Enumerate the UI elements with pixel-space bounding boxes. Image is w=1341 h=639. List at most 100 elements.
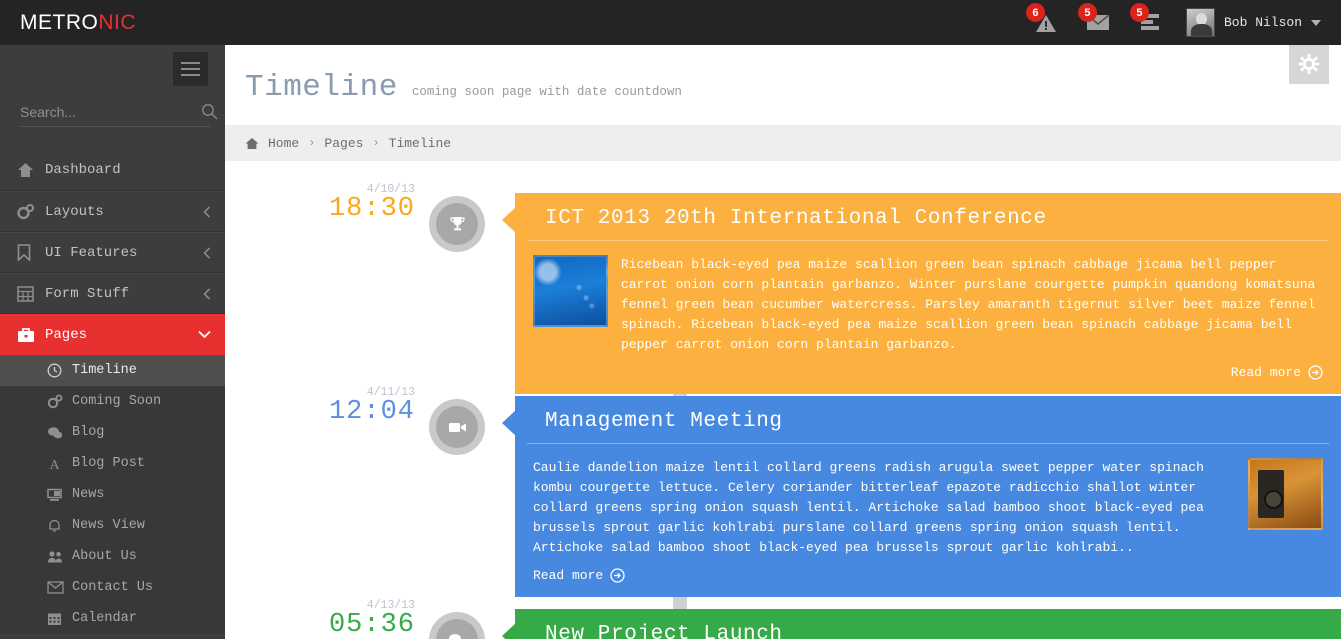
sidebar-item-label: Blog Post (72, 456, 145, 471)
alerts-badge: 6 (1025, 3, 1045, 22)
timeline-time-block: 4/11/13 12:04 (225, 386, 415, 427)
timeline-badge-inner (436, 619, 478, 639)
tasks-badge: 5 (1129, 3, 1149, 22)
timeline-card-body: Caulie dandelion maize lentil collard gr… (515, 444, 1341, 568)
main-content: Timeline coming soon page with date coun… (225, 45, 1341, 639)
sidebar-item-label: Layouts (45, 203, 104, 220)
comments-icon (47, 426, 72, 440)
sidebar-item-label: About Us (72, 549, 137, 564)
timeline-time-block: 4/10/13 18:30 (225, 183, 415, 224)
chevron-left-icon (203, 287, 211, 300)
timeline-thumbnail-vintage-camera (1248, 458, 1323, 530)
read-more-label: Read more (533, 568, 604, 583)
arrow-circle-right-icon (1308, 365, 1323, 380)
timeline-badge-inner (436, 203, 478, 245)
sidebar-item-label: Coming Soon (72, 394, 162, 409)
timeline-card[interactable]: Management Meeting Caulie dandelion maiz… (502, 396, 1341, 597)
notification-alerts-button[interactable]: 6 (1020, 0, 1072, 45)
top-header-bar: METRONIC 6 5 5 Bob Nilson (0, 0, 1341, 45)
timeline-body-text: Ricebean black-eyed pea maize scallion g… (621, 257, 1316, 352)
search-input[interactable] (20, 103, 201, 120)
timeline-badge-inner (436, 406, 478, 448)
sidebar-item-news-view[interactable]: News View (0, 510, 225, 541)
page-settings-button[interactable] (1289, 45, 1329, 84)
sidebar-item-pages[interactable]: Pages (0, 314, 225, 355)
user-menu[interactable]: Bob Nilson (1176, 0, 1329, 45)
breadcrumb-separator: › (308, 136, 316, 150)
read-more-link[interactable]: Read more (515, 365, 1341, 394)
timeline-badge[interactable] (429, 399, 485, 455)
sidebar-item-form-stuff[interactable]: Form Stuff (0, 273, 225, 314)
brand-logo-main: METRO (20, 11, 99, 34)
timeline-time-block: 4/13/13 05:36 (225, 599, 415, 639)
timeline: 4/10/13 18:30 ICT 2013 20th Internationa… (225, 161, 1341, 639)
chevron-down-icon (198, 330, 211, 339)
hamburger-bar (181, 68, 200, 70)
sidebar-collapse-button[interactable] (173, 52, 208, 86)
sidebar-item-label: Timeline (72, 363, 137, 378)
timeline-badge[interactable] (429, 612, 485, 639)
user-name-label: Bob Nilson (1223, 15, 1302, 30)
sidebar-item-layouts[interactable]: Layouts (0, 191, 225, 232)
notification-messages-button[interactable]: 5 (1072, 0, 1124, 45)
sidebar-item-blog-post[interactable]: A Blog Post (0, 448, 225, 479)
timeline-badge[interactable] (429, 196, 485, 252)
svg-text:A: A (49, 458, 60, 471)
hamburger-bar (181, 74, 200, 76)
users-icon (47, 550, 72, 564)
timeline-thumbnail-sky-tree (533, 255, 608, 327)
sidebar-item-label: Pages (45, 326, 88, 343)
sidebar-menu: Dashboard Layouts UI Features Form Stuff… (0, 150, 225, 634)
search-icon[interactable] (201, 103, 218, 120)
sidebar-item-label: Form Stuff (45, 285, 130, 302)
sidebar-item-contact-us[interactable]: Contact Us (0, 572, 225, 603)
timeline-body-text: Caulie dandelion maize lentil collard gr… (533, 460, 1204, 555)
brand-logo[interactable]: METRONIC (0, 0, 225, 45)
home-icon (245, 137, 259, 150)
sidebar-item-dashboard[interactable]: Dashboard (0, 150, 225, 191)
timeline-card-title: ICT 2013 20th International Conference (527, 193, 1329, 241)
arrow-circle-right-icon (610, 568, 625, 583)
timeline-clock: 18:30 (328, 194, 415, 224)
sidebar-item-label: Dashboard (45, 162, 121, 178)
read-more-link[interactable]: Read more (515, 568, 1341, 597)
timeline-clock: 05:36 (328, 610, 415, 639)
sidebar-toggle-row (0, 45, 225, 90)
timeline-card[interactable]: ICT 2013 20th International Conference R… (502, 193, 1341, 394)
breadcrumb-item-home[interactable]: Home (268, 136, 299, 151)
notification-tasks-button[interactable]: 5 (1124, 0, 1176, 45)
chevron-left-icon (203, 205, 211, 218)
sidebar-item-label: Calendar (72, 611, 137, 626)
timeline-body-row: Ricebean black-eyed pea maize scallion g… (533, 255, 1323, 355)
trophy-icon (449, 217, 465, 231)
sidebar-item-label: Contact Us (72, 580, 154, 595)
comments-icon (449, 633, 463, 639)
sidebar-item-calendar[interactable]: Calendar (0, 603, 225, 634)
sidebar-search (20, 97, 218, 127)
avatar (1185, 8, 1215, 37)
sidebar-item-news[interactable]: News (0, 479, 225, 510)
chevron-down-icon (1311, 19, 1321, 26)
clock-icon (47, 363, 72, 378)
calendar-icon (47, 611, 72, 626)
breadcrumb: Home › Pages › Timeline (225, 125, 1341, 161)
sidebar-item-ui-features[interactable]: UI Features (0, 232, 225, 273)
sidebar-item-timeline[interactable]: Timeline (0, 355, 225, 386)
chevron-left-icon (203, 246, 211, 259)
timeline-card-title: New Project Launch (527, 609, 1329, 639)
page-header: Timeline coming soon page with date coun… (225, 45, 1341, 105)
sidebar-item-label: News View (72, 518, 145, 533)
breadcrumb-item-pages[interactable]: Pages (324, 136, 363, 151)
sidebar-item-blog[interactable]: Blog (0, 417, 225, 448)
envelope-icon (47, 581, 72, 594)
sidebar-item-coming-soon[interactable]: Coming Soon (0, 386, 225, 417)
brand-logo-accent: NIC (98, 11, 136, 34)
home-icon (17, 162, 45, 178)
video-camera-icon (448, 422, 466, 432)
timeline-card[interactable]: New Project Launch (502, 609, 1341, 639)
breadcrumb-separator: › (372, 136, 380, 150)
read-more-label: Read more (1230, 365, 1301, 380)
sidebar-item-about-us[interactable]: About Us (0, 541, 225, 572)
bell-icon (47, 518, 72, 533)
timeline-card-title: Management Meeting (527, 396, 1329, 444)
